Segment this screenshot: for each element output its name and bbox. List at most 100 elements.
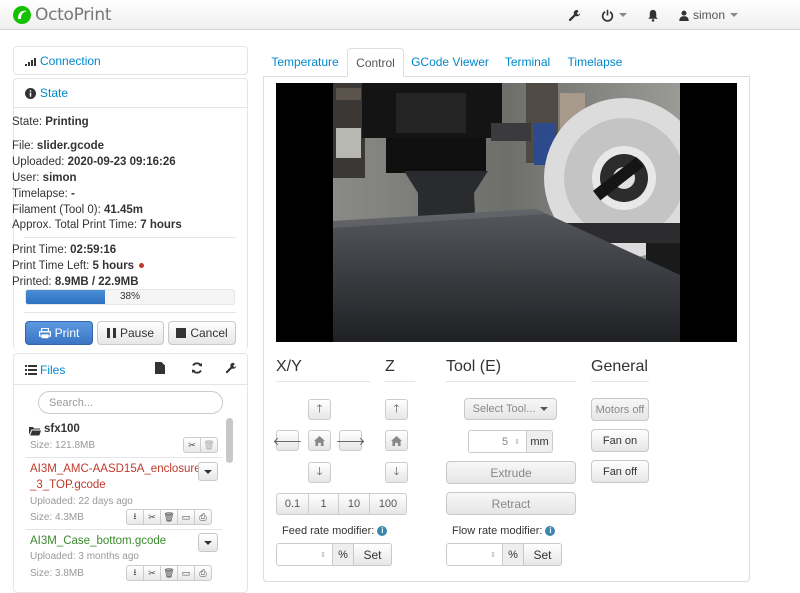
progress-text: 38% <box>119 291 140 302</box>
flow-rate-input[interactable]: ⇕ <box>446 543 503 566</box>
extrude-button[interactable]: Extrude <box>446 461 576 484</box>
extrude-button-label: Extrude <box>490 465 532 480</box>
chevron-down-icon <box>204 540 212 545</box>
arrow-left-icon: 🡐 <box>272 435 303 448</box>
step-1-button[interactable]: 1 <box>308 493 339 515</box>
file-menu-button[interactable] <box>198 462 218 481</box>
fan-off-label: Fan off <box>602 465 638 478</box>
jog-y-plus-button[interactable]: 🡑 <box>308 399 331 420</box>
load-icon[interactable]: ▭ <box>177 565 195 581</box>
trash-icon[interactable]: 🗑 <box>200 437 218 453</box>
trash-icon[interactable]: 🗑 <box>160 565 178 581</box>
pause-button-label: Pause <box>119 326 155 340</box>
estimate-dot-icon <box>139 263 145 269</box>
files-search-input[interactable]: Search... <box>38 391 223 414</box>
state-header[interactable]: State <box>14 79 247 107</box>
jog-z-minus-button[interactable]: 🡓 <box>385 462 408 483</box>
cut-icon[interactable]: ✂ <box>143 509 161 525</box>
motors-off-label: Motors off <box>595 403 645 416</box>
motors-off-button[interactable]: Motors off <box>591 398 649 421</box>
folder-name[interactable]: sfx100 <box>44 423 80 435</box>
home-z-button[interactable] <box>385 430 408 451</box>
fan-on-button[interactable]: Fan on <box>591 429 649 452</box>
file-menu-button[interactable] <box>198 533 218 552</box>
new-file-icon[interactable] <box>155 362 165 377</box>
feed-rate-input[interactable]: ⇕ <box>276 543 333 566</box>
home-xy-button[interactable] <box>308 430 331 451</box>
info-icon[interactable]: i <box>377 526 388 537</box>
load-icon[interactable]: ▭ <box>177 509 195 525</box>
brand[interactable]: OctoPrint <box>12 5 112 25</box>
jog-y-minus-button[interactable]: 🡓 <box>308 462 331 483</box>
spinner-icon: ⇕ <box>490 551 496 559</box>
refresh-icon[interactable] <box>191 362 203 377</box>
select-tool-dropdown[interactable]: Select Tool... <box>464 398 557 420</box>
state-status: State: Printing <box>12 116 89 128</box>
fan-off-button[interactable]: Fan off <box>591 460 649 483</box>
cut-icon[interactable]: ✂ <box>143 565 161 581</box>
chevron-down-icon <box>618 13 627 17</box>
print-progress-bar: 38% <box>25 289 235 305</box>
print-icon <box>38 327 51 338</box>
download-icon[interactable]: ⭳ <box>126 509 144 525</box>
list-icon <box>25 365 37 375</box>
download-icon[interactable]: ⭳ <box>126 565 144 581</box>
state-filament: Filament (Tool 0): 41.45m <box>12 204 144 216</box>
wrench-icon[interactable] <box>225 362 237 377</box>
tab-gcode-viewer[interactable]: GCode Viewer <box>406 48 494 76</box>
tab-temperature[interactable]: Temperature <box>264 48 346 76</box>
files-scrollbar[interactable] <box>226 418 233 463</box>
tab-timelapse[interactable]: Timelapse <box>560 48 630 76</box>
print-button-label: Print <box>54 326 80 340</box>
file-name-cont[interactable]: _3_TOP.gcode <box>30 479 106 491</box>
cut-icon[interactable]: ✂ <box>183 437 201 453</box>
print-button[interactable]: Print <box>25 321 93 345</box>
folder-size: Size: 121.8MB <box>30 440 96 451</box>
feed-rate-label: Feed rate modifier: i <box>282 525 388 537</box>
print-icon[interactable]: ⎙ <box>194 565 212 581</box>
file-uploaded: Uploaded: 22 days ago <box>30 496 133 507</box>
tab-control[interactable]: Control <box>347 48 404 77</box>
system-menu[interactable] <box>591 0 637 30</box>
step-0-1-button[interactable]: 0.1 <box>276 493 309 515</box>
trash-icon[interactable]: 🗑 <box>160 509 178 525</box>
file-name[interactable]: AI3M_Case_bottom.gcode <box>30 535 166 547</box>
feed-rate-set-button[interactable]: Set <box>353 543 392 566</box>
settings-menu[interactable] <box>558 0 591 30</box>
pause-button[interactable]: Pause <box>97 321 164 345</box>
wrench-icon <box>568 9 581 21</box>
step-10-button[interactable]: 10 <box>338 493 370 515</box>
extrude-amount-input[interactable]: 5 ⇕ <box>468 430 527 453</box>
jog-x-minus-button[interactable]: 🡐 <box>273 430 302 451</box>
user-menu[interactable]: simon <box>669 0 800 30</box>
connection-header[interactable]: Connection <box>14 47 247 75</box>
tab-terminal[interactable]: Terminal <box>497 48 558 76</box>
webcam-stream <box>276 83 737 342</box>
info-icon[interactable]: i <box>545 526 556 537</box>
arrow-down-icon: 🡓 <box>316 466 323 478</box>
cancel-button[interactable]: Cancel <box>168 321 236 345</box>
jog-x-plus-button[interactable]: 🡒 <box>336 430 365 451</box>
arrow-right-icon: 🡒 <box>335 435 366 448</box>
jog-z-plus-button[interactable]: 🡑 <box>385 399 408 420</box>
state-user: User: simon <box>12 172 77 184</box>
retract-button-label: Retract <box>491 496 531 511</box>
divider <box>14 384 247 385</box>
print-icon[interactable]: ⎙ <box>194 509 212 525</box>
feed-rate-percent: % <box>332 543 354 566</box>
file-name[interactable]: AI3M_AMC-AASD15A_enclosure <box>30 463 201 475</box>
files-header[interactable]: Files <box>14 356 247 384</box>
brand-name: OctoPrint <box>35 5 112 25</box>
spinner-icon: ⇕ <box>320 551 326 559</box>
step-100-button[interactable]: 100 <box>369 493 407 515</box>
file-size: Size: 4.3MB <box>30 512 84 523</box>
retract-button[interactable]: Retract <box>446 492 576 515</box>
flow-rate-set-button[interactable]: Set <box>523 543 562 566</box>
z-heading: Z <box>385 358 415 382</box>
divider <box>26 529 222 530</box>
notifications-menu[interactable] <box>637 0 669 30</box>
home-icon <box>314 435 325 446</box>
file-actions: ⭳ ✂ 🗑 ▭ ⎙ <box>126 565 212 581</box>
select-tool-label: Select Tool... <box>472 403 536 415</box>
tool-heading: Tool (E) <box>446 358 576 382</box>
